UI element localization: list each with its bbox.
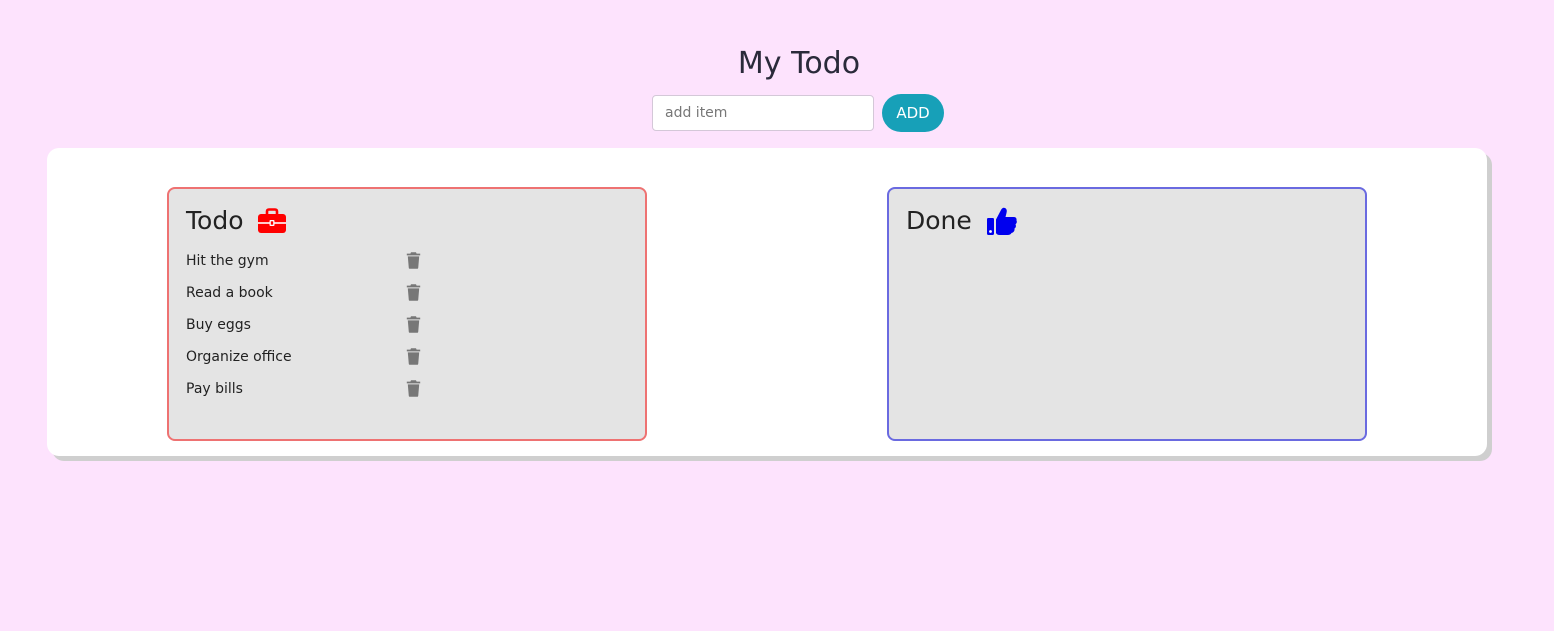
delete-item-button[interactable] <box>404 251 422 271</box>
todo-item: Organize office <box>186 341 422 373</box>
page-title: My Todo <box>737 46 861 81</box>
todo-item-label: Pay bills <box>186 381 243 397</box>
add-item-input[interactable] <box>652 95 874 131</box>
todo-item: Read a book <box>186 277 422 309</box>
todo-item-label: Buy eggs <box>186 317 251 333</box>
todo-item: Pay bills <box>186 373 422 405</box>
todo-panel: Todo Hit the gym Read a book Buy eggs Or… <box>167 187 647 441</box>
delete-item-button[interactable] <box>404 283 422 303</box>
todo-list: Hit the gym Read a book Buy eggs Organiz… <box>186 245 422 405</box>
board: Todo Hit the gym Read a book Buy eggs Or… <box>47 148 1487 456</box>
add-button[interactable]: ADD <box>882 94 944 132</box>
add-item-form: ADD <box>652 94 944 132</box>
todo-item-label: Organize office <box>186 349 292 365</box>
done-panel-header: Done <box>906 203 1018 239</box>
trash-icon <box>406 379 421 400</box>
delete-item-button[interactable] <box>404 347 422 367</box>
done-panel: Done <box>887 187 1367 441</box>
briefcase-icon <box>257 208 287 234</box>
done-panel-title: Done <box>906 206 972 235</box>
trash-icon <box>406 315 421 336</box>
thumbs-up-icon <box>986 206 1018 236</box>
trash-icon <box>406 283 421 304</box>
delete-item-button[interactable] <box>404 315 422 335</box>
delete-item-button[interactable] <box>404 379 422 399</box>
todo-item: Hit the gym <box>186 245 422 277</box>
todo-item: Buy eggs <box>186 309 422 341</box>
todo-item-label: Hit the gym <box>186 253 269 269</box>
todo-panel-header: Todo <box>186 203 287 239</box>
todo-panel-title: Todo <box>186 206 244 235</box>
todo-item-label: Read a book <box>186 285 273 301</box>
trash-icon <box>406 251 421 272</box>
trash-icon <box>406 347 421 368</box>
